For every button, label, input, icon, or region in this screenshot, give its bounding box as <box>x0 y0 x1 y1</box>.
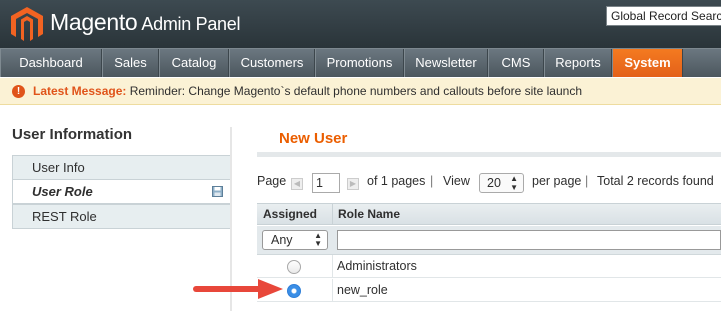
assigned-filter-value: Any <box>271 233 293 247</box>
pager-separator: | <box>430 174 434 188</box>
pager-of-pages: of 1 pages <box>367 174 426 188</box>
column-divider <box>332 204 333 224</box>
role-radio-administrators[interactable] <box>287 260 301 274</box>
role-name-filter-input[interactable] <box>337 230 721 250</box>
stepper-arrows-icon: ▲ ▼ <box>510 174 518 192</box>
pager-view-label: View <box>443 174 470 188</box>
cell-divider <box>332 255 333 277</box>
pager-page-label: Page <box>257 174 287 188</box>
pager-per-page-label: per page <box>532 174 582 188</box>
nav-newsletter[interactable]: Newsletter <box>404 49 488 77</box>
stepper-arrows-icon: ▲ ▼ <box>314 231 322 248</box>
annotation-arrow-icon <box>193 279 283 299</box>
role-name: new_role <box>337 283 388 297</box>
column-role-name[interactable]: Role Name <box>338 204 400 224</box>
nav-catalog[interactable]: Catalog <box>159 49 229 77</box>
save-state-icon <box>212 186 223 197</box>
tab-user-info[interactable]: User Info <box>12 155 232 180</box>
nav-dashboard[interactable]: Dashboard <box>0 49 102 77</box>
pager-separator-2: | <box>585 174 589 188</box>
tab-user-role[interactable]: User Role <box>12 179 232 204</box>
page-title: New User <box>279 130 348 147</box>
magento-logo-icon <box>11 7 43 41</box>
pager-records-found: Total 2 records found <box>597 174 714 188</box>
page-number-input[interactable]: 1 <box>312 173 340 193</box>
nav-sales[interactable]: Sales <box>102 49 159 77</box>
system-message-bar: ! Latest Message: Reminder: Change Magen… <box>0 78 721 105</box>
admin-header: Magento Admin Panel Global Record Search <box>0 0 721 48</box>
grid-filter-row: Any ▲ ▼ <box>257 226 721 255</box>
nav-reports[interactable]: Reports <box>544 49 612 77</box>
assigned-filter-select[interactable]: Any ▲ ▼ <box>262 230 328 250</box>
brand: Magento Admin Panel <box>50 9 240 36</box>
alert-icon: ! <box>12 85 25 98</box>
table-row[interactable]: Administrators <box>257 255 721 278</box>
sidebar-title: User Information <box>12 126 133 143</box>
latest-message: Latest Message: Reminder: Change Magento… <box>33 78 582 105</box>
global-search-input[interactable]: Global Record Search <box>606 6 721 26</box>
tab-rest-role[interactable]: REST Role <box>12 204 232 229</box>
nav-promotions[interactable]: Promotions <box>315 49 404 77</box>
nav-system[interactable]: System <box>612 49 683 77</box>
per-page-select[interactable]: 20 ▲ ▼ <box>479 173 524 193</box>
per-page-value: 20 <box>487 176 501 190</box>
next-page-icon[interactable]: ▶ <box>347 178 359 190</box>
title-divider <box>257 152 721 157</box>
main-nav: Dashboard Sales Catalog Customers Promot… <box>0 48 721 77</box>
brand-suffix: Admin Panel <box>141 14 241 34</box>
role-name: Administrators <box>337 259 417 273</box>
brand-name: Magento <box>50 9 138 35</box>
role-radio-new-role[interactable] <box>287 284 301 298</box>
column-assigned[interactable]: Assigned <box>263 204 317 224</box>
tab-user-role-label: User Role <box>32 184 93 199</box>
prev-page-icon[interactable]: ◀ <box>291 178 303 190</box>
nav-cms[interactable]: CMS <box>488 49 544 77</box>
latest-message-label: Latest Message: <box>33 84 127 98</box>
latest-message-text[interactable]: Reminder: Change Magento`s default phone… <box>130 84 582 98</box>
roles-grid-header: Assigned Role Name <box>257 203 721 225</box>
cell-divider <box>332 279 333 301</box>
table-row[interactable]: new_role <box>257 279 721 302</box>
nav-customers[interactable]: Customers <box>229 49 315 77</box>
